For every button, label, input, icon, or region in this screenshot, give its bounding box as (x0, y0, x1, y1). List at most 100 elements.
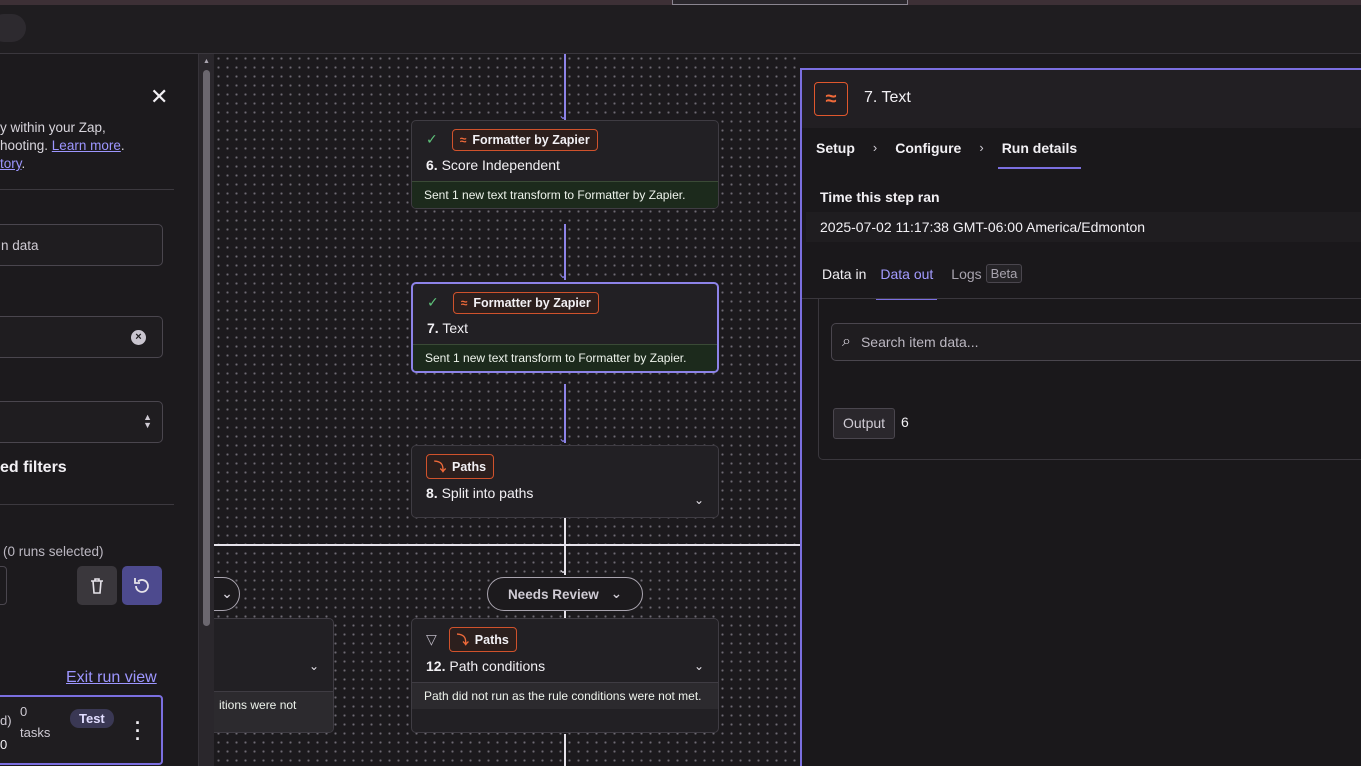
description-text: hooting. (0, 138, 52, 153)
step-number: 6. (426, 157, 438, 173)
toolbar-pill[interactable] (0, 14, 26, 42)
sidebar-scrollbar[interactable]: ▲ (198, 54, 214, 766)
time-label: Time this step ran (820, 189, 940, 205)
beta-badge: Beta (985, 264, 1023, 283)
sort-select[interactable]: ▲ ▼ (0, 401, 163, 443)
run-value: 0 (0, 737, 8, 752)
step-title-text: Text (442, 320, 469, 336)
panel-header: ≈ 7. Text (802, 70, 1361, 128)
step-title: 8. Split into paths (426, 485, 704, 501)
tab-configure[interactable]: Configure (895, 140, 961, 156)
step-12[interactable]: ▽ ⤵ Paths 12. Path conditions ⌄ Path did n… (411, 618, 719, 733)
data-tabs: Data in Data out Logs Beta (822, 264, 1036, 300)
history-link[interactable]: tory (0, 156, 22, 171)
paths-icon: ⤵ (456, 633, 469, 647)
search-placeholder: Search item data... (860, 334, 979, 350)
description-text: . (120, 138, 125, 153)
divider (0, 189, 174, 190)
chevron-right-icon: › (872, 140, 878, 155)
tab-outline[interactable] (672, 0, 908, 5)
arrow-icon: ⌄ (558, 267, 569, 281)
chevron-down-icon[interactable]: ⌄ (694, 659, 704, 673)
test-badge: Test (70, 709, 114, 728)
formatter-icon: ≈ (460, 296, 468, 310)
app-chip: ≈ Formatter by Zapier (451, 129, 598, 151)
run-history-sidebar: ✕ y within your Zap, hooting. Learn more… (0, 54, 198, 766)
run-data-search-input[interactable]: n data (0, 224, 163, 266)
step-title-text: Split into paths (441, 485, 534, 501)
chevron-updown-icon: ▲ ▼ (143, 412, 152, 430)
description-line: y within your Zap, (0, 120, 106, 135)
step-title: 7. Text (427, 320, 703, 336)
tab-data-out[interactable]: Data out (876, 266, 938, 300)
branch-line (214, 544, 800, 546)
app-chip: ≈ Formatter by Zapier (452, 292, 599, 314)
chevron-right-icon: › (979, 140, 984, 155)
replay-button[interactable] (122, 566, 162, 605)
scroll-up-icon[interactable]: ▲ (203, 58, 210, 65)
step-status: Path did not run as the rule conditions … (412, 682, 718, 709)
delete-button[interactable] (77, 566, 117, 605)
step-number: 7. (427, 320, 439, 336)
left-branch-step[interactable]: ⌄ itions were not (214, 618, 334, 733)
step-6[interactable]: ✓ ≈ Formatter by Zapier 6. Score Independe… (411, 120, 719, 209)
runs-selected-count: (0 runs selected) (3, 544, 104, 559)
step-title: 6. Score Independent (426, 157, 704, 173)
step-8[interactable]: ⤵ Paths 8. Split into paths ⌄ (411, 445, 719, 518)
time-value: 2025-07-02 11:17:38 GMT-06:00 America/Ed… (806, 212, 1361, 242)
chevron-down-icon: ⌄ (221, 586, 233, 601)
kebab-menu-icon[interactable]: · · · (135, 714, 141, 748)
needs-review-pill[interactable]: Needs Review ⌄ (487, 577, 643, 611)
step-header: ✓ ≈ Formatter by Zapier 7. Text (413, 284, 717, 344)
step-header: ▽ ⤵ Paths 12. Path conditions (412, 619, 718, 682)
run-card[interactable]: d) 0 0 tasks Test · · · (0, 695, 163, 765)
paths-icon: ⤵ (434, 460, 447, 474)
divider (0, 504, 174, 505)
task-count: 0 tasks (20, 701, 50, 743)
tab-run-details[interactable]: Run details (997, 140, 1082, 169)
app-name: Formatter by Zapier (472, 133, 590, 147)
output-key[interactable]: Output (833, 408, 896, 439)
step-header: ⤵ Paths 8. Split into paths (412, 446, 718, 509)
description-line: hooting. Learn more. (0, 137, 125, 155)
task-count-label: tasks (20, 725, 51, 740)
check-icon: ✓ (426, 131, 438, 148)
arrow-icon: ⌄ (558, 562, 569, 576)
app-chip: ⤵ Paths (448, 627, 517, 652)
clear-icon[interactable]: × (131, 330, 146, 345)
zap-canvas[interactable]: ⌄ ⌄ ⌄ ⌄ ✓ ≈ Formatter by Zapier 6. Score I… (214, 54, 800, 766)
sidebar-description: y within your Zap, hooting. Learn more. … (0, 119, 125, 173)
description-text: . (21, 156, 26, 171)
learn-more-link[interactable]: Learn more (52, 138, 121, 153)
tab-logs[interactable]: Logs (951, 266, 981, 282)
step-title-text: Score Independent (441, 157, 560, 173)
top-bar (0, 0, 1361, 54)
output-value: 6 (901, 414, 909, 430)
connector (564, 734, 566, 766)
close-icon[interactable]: ✕ (150, 84, 168, 110)
step-status: Sent 1 new text transform to Formatter b… (412, 181, 718, 208)
tab-data-in[interactable]: Data in (822, 266, 866, 282)
filter-input[interactable]: × (0, 316, 163, 358)
step-header: ✓ ≈ Formatter by Zapier 6. Score Independe… (412, 121, 718, 181)
filter-icon: ▽ (426, 631, 437, 648)
app-name: Paths (474, 632, 509, 647)
step-status: Sent 1 new text transform to Formatter b… (413, 344, 717, 371)
search-placeholder: n data (1, 237, 39, 253)
formatter-icon: ≈ (459, 133, 467, 147)
filters-heading: ed filters (0, 459, 67, 476)
app-name: Paths (452, 459, 487, 474)
select-all-checkbox[interactable] (0, 566, 7, 605)
scrollbar-thumb[interactable] (203, 70, 210, 626)
formatter-icon: ≈ (814, 82, 848, 116)
branch-pill[interactable]: ⌄ (214, 577, 240, 611)
tab-setup[interactable]: Setup (816, 140, 855, 156)
chevron-down-icon[interactable]: ⌄ (694, 493, 704, 507)
exit-run-view-link[interactable]: Exit run view (66, 669, 157, 687)
step-title: 12. Path conditions (426, 658, 704, 674)
chevron-down-icon[interactable]: ⌄ (309, 659, 319, 673)
step-7[interactable]: ✓ ≈ Formatter by Zapier 7. Text Sent 1 new… (411, 282, 719, 373)
app-name: Formatter by Zapier (473, 296, 591, 310)
branch-label: Needs Review (507, 586, 599, 602)
item-data-search-input[interactable]: ⌕ Search item data... (831, 323, 1361, 361)
